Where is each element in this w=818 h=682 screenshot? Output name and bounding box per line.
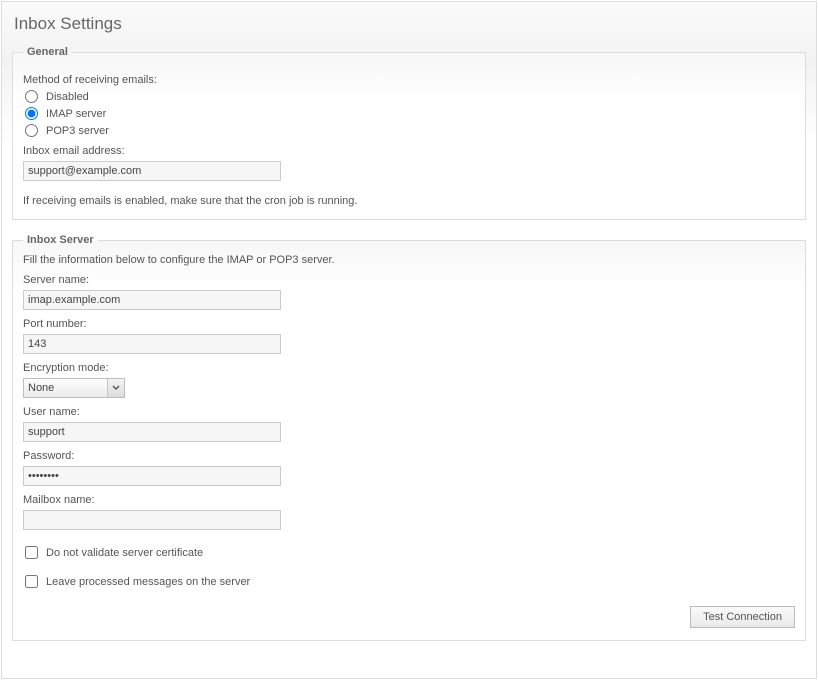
no-validate-row[interactable]: Do not validate server certificate bbox=[23, 546, 795, 559]
cron-note: If receiving emails is enabled, make sur… bbox=[23, 195, 795, 207]
page-title: Inbox Settings bbox=[14, 14, 806, 34]
method-label: Method of receiving emails: bbox=[23, 74, 795, 86]
chevron-down-icon bbox=[107, 379, 124, 397]
method-radio-imap-label: IMAP server bbox=[46, 108, 106, 120]
inbox-server-fieldset: Inbox Server Fill the information below … bbox=[12, 234, 806, 641]
button-row: Test Connection bbox=[23, 606, 795, 628]
password-input[interactable] bbox=[23, 466, 281, 486]
method-radio-disabled[interactable] bbox=[25, 90, 38, 103]
server-intro: Fill the information below to configure … bbox=[23, 254, 795, 266]
leave-messages-label: Leave processed messages on the server bbox=[46, 576, 250, 588]
method-option-imap[interactable]: IMAP server bbox=[23, 107, 795, 120]
no-validate-checkbox[interactable] bbox=[25, 546, 38, 559]
port-label: Port number: bbox=[23, 318, 795, 330]
general-fieldset: General Method of receiving emails: Disa… bbox=[12, 46, 806, 220]
encryption-select[interactable]: None bbox=[23, 378, 125, 398]
no-validate-label: Do not validate server certificate bbox=[46, 547, 203, 559]
method-option-disabled[interactable]: Disabled bbox=[23, 90, 795, 103]
password-label: Password: bbox=[23, 450, 795, 462]
leave-messages-row[interactable]: Leave processed messages on the server bbox=[23, 575, 795, 588]
server-legend: Inbox Server bbox=[23, 234, 98, 246]
user-label: User name: bbox=[23, 406, 795, 418]
leave-messages-checkbox[interactable] bbox=[25, 575, 38, 588]
mailbox-input[interactable] bbox=[23, 510, 281, 530]
port-input[interactable] bbox=[23, 334, 281, 354]
inbox-email-input[interactable] bbox=[23, 161, 281, 181]
method-radio-pop3[interactable] bbox=[25, 124, 38, 137]
method-radio-disabled-label: Disabled bbox=[46, 91, 89, 103]
method-radio-imap[interactable] bbox=[25, 107, 38, 120]
method-radio-pop3-label: POP3 server bbox=[46, 125, 109, 137]
encryption-label: Encryption mode: bbox=[23, 362, 795, 374]
settings-panel: Inbox Settings General Method of receivi… bbox=[1, 1, 817, 679]
test-connection-button[interactable]: Test Connection bbox=[690, 606, 795, 628]
method-option-pop3[interactable]: POP3 server bbox=[23, 124, 795, 137]
encryption-select-value: None bbox=[24, 382, 107, 394]
mailbox-label: Mailbox name: bbox=[23, 494, 795, 506]
email-label: Inbox email address: bbox=[23, 145, 795, 157]
general-legend: General bbox=[23, 46, 72, 58]
user-input[interactable] bbox=[23, 422, 281, 442]
server-name-input[interactable] bbox=[23, 290, 281, 310]
server-name-label: Server name: bbox=[23, 274, 795, 286]
